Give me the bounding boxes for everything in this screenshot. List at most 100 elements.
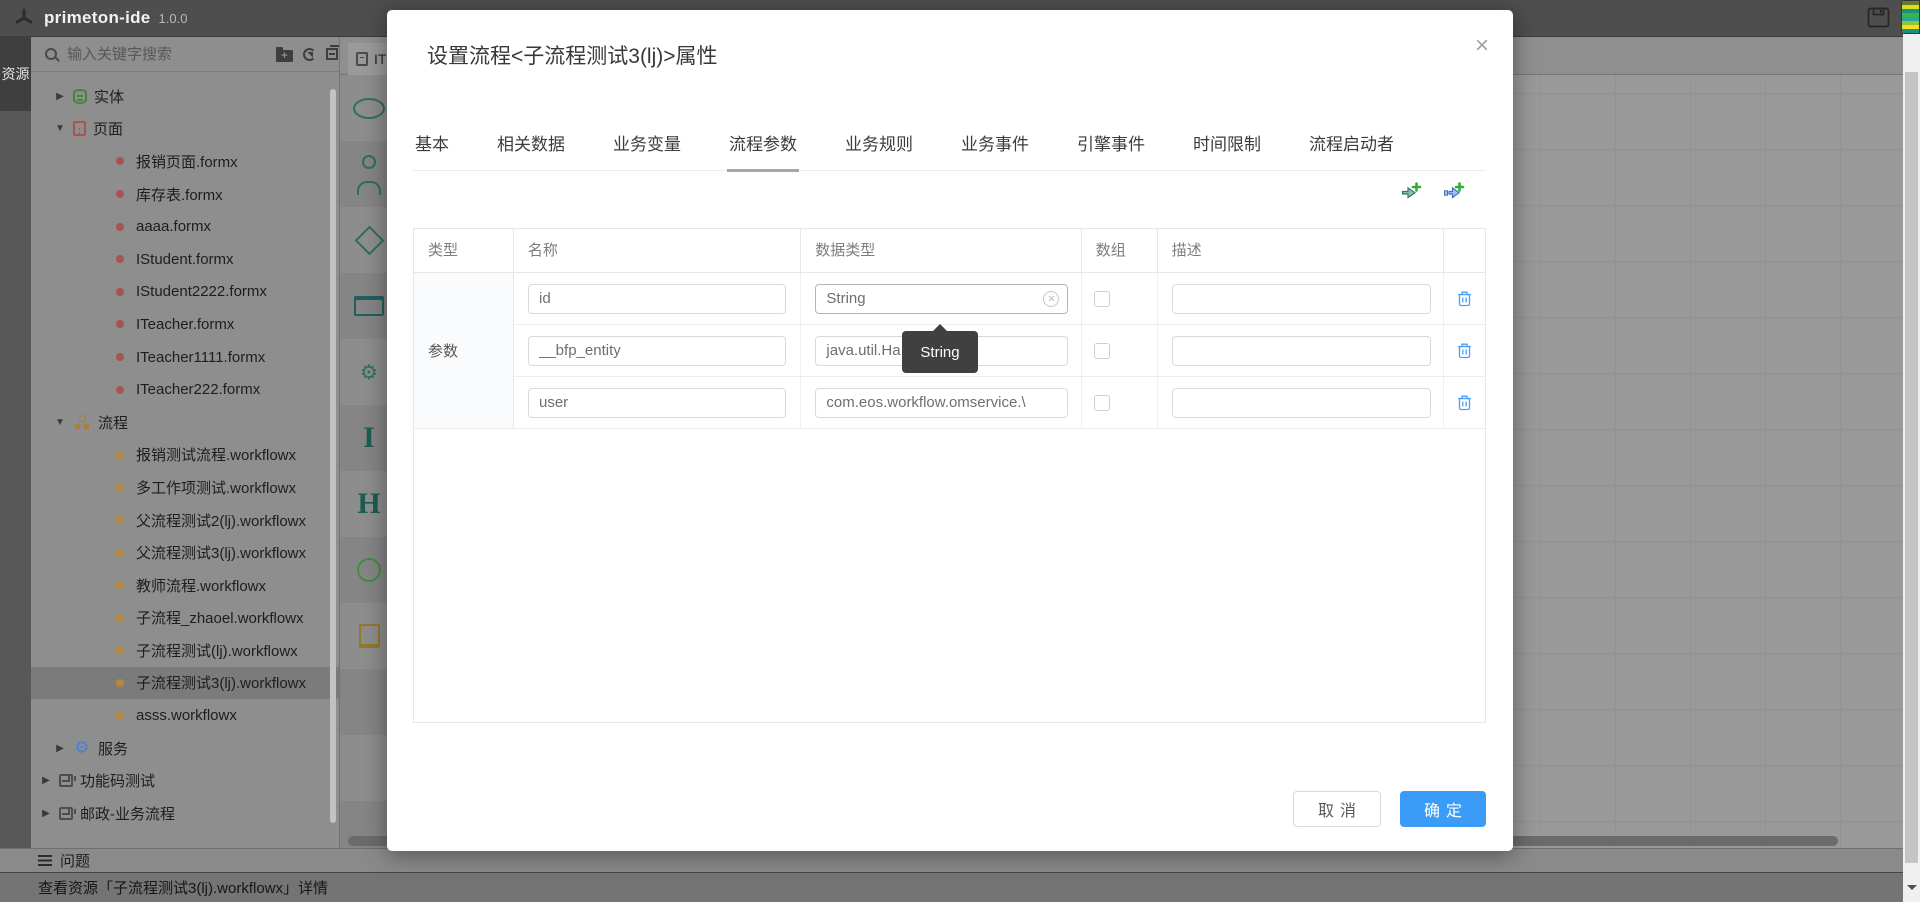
sidebar-scrollbar-thumb[interactable]: [330, 89, 336, 823]
tree-item[interactable]: 父流程测试3(lj).workflowx: [31, 536, 339, 569]
tree-item[interactable]: 子流程测试3(lj).workflowx: [31, 667, 339, 700]
array-checkbox[interactable]: [1094, 395, 1110, 411]
problems-panel-header[interactable]: 问题: [0, 848, 1920, 872]
parameter-group-cell: 参数: [414, 273, 514, 429]
tree-expand-arrow[interactable]: ▶: [53, 91, 67, 102]
refresh-icon[interactable]: [303, 48, 316, 61]
param-name-input[interactable]: [528, 336, 786, 366]
param-datatype-input[interactable]: [815, 388, 1068, 418]
dialog-tab[interactable]: 流程启动者: [1307, 124, 1396, 172]
tree-item[interactable]: ▶ ⚙ 服务: [31, 732, 339, 765]
tree-item[interactable]: ITeacher222.formx: [31, 373, 339, 406]
tree-expand-arrow[interactable]: ▶: [39, 808, 53, 819]
browser-scrollbar[interactable]: [1903, 0, 1920, 902]
tree-item[interactable]: ▶ 邮政-业务流程: [31, 797, 339, 830]
tree-item[interactable]: 多工作项测试.workflowx: [31, 471, 339, 504]
tree-item-icon: [111, 348, 129, 366]
tree-item[interactable]: IStudent.formx: [31, 243, 339, 276]
app-logo-icon: [14, 8, 34, 28]
add-parameter-icon[interactable]: [1400, 182, 1422, 204]
resources-rail-tab[interactable]: 资源: [0, 37, 31, 111]
param-description-input[interactable]: [1172, 336, 1431, 366]
tree-item-label: 子流程测试(lj).workflowx: [136, 640, 298, 661]
new-folder-icon[interactable]: [276, 50, 293, 62]
param-name-cell: [514, 325, 801, 376]
tree-item-icon: [111, 283, 129, 301]
tree-item-icon: [111, 511, 129, 529]
save-icon[interactable]: [1867, 7, 1890, 28]
tree-item[interactable]: 报销页面.formx: [31, 145, 339, 178]
tree-item[interactable]: asss.workflowx: [31, 699, 339, 732]
param-name-input[interactable]: [528, 284, 786, 314]
array-checkbox[interactable]: [1094, 343, 1110, 359]
confirm-button[interactable]: 确定: [1400, 791, 1486, 827]
tree-item-icon: [111, 576, 129, 594]
dialog-tab[interactable]: 业务规则: [843, 124, 915, 172]
tree-expand-arrow[interactable]: ▼: [53, 123, 67, 134]
tree-item[interactable]: ▼ 流程: [31, 406, 339, 439]
tree-item[interactable]: ITeacher.formx: [31, 308, 339, 341]
param-actions-cell: [1444, 273, 1485, 324]
dialog-tab[interactable]: 基本: [413, 124, 451, 172]
browser-scrollbar-thumb[interactable]: [1905, 72, 1918, 863]
param-datatype-input[interactable]: [815, 284, 1068, 314]
datatype-tooltip: String: [902, 331, 978, 373]
dialog-tab[interactable]: 时间限制: [1191, 124, 1263, 172]
column-header-array: 数组: [1082, 229, 1158, 272]
scrollbar-down-arrow[interactable]: [1907, 885, 1917, 895]
tree-item-label: 多工作项测试.workflowx: [136, 477, 296, 498]
tree-item[interactable]: ▶ 功能码测试: [31, 764, 339, 797]
tree-item[interactable]: ITeacher1111.formx: [31, 341, 339, 374]
tree-item[interactable]: 子流程测试(lj).workflowx: [31, 634, 339, 667]
tree-item-icon: ⚙: [73, 739, 91, 757]
tree-item[interactable]: IStudent2222.formx: [31, 276, 339, 309]
search-input[interactable]: [67, 46, 266, 63]
dialog-tab[interactable]: 业务事件: [959, 124, 1031, 172]
param-description-input[interactable]: [1172, 388, 1431, 418]
tree-item[interactable]: 库存表.formx: [31, 178, 339, 211]
tree-item-label: ITeacher.formx: [136, 316, 234, 333]
close-icon[interactable]: ×: [1475, 34, 1489, 58]
tree-expand-arrow[interactable]: ▶: [39, 775, 53, 786]
add-reference-parameter-icon[interactable]: [1443, 182, 1465, 204]
app-title: primeton-ide: [44, 8, 151, 28]
column-header-actions: [1444, 229, 1485, 272]
tree-item[interactable]: 子流程_zhaoel.workflowx: [31, 602, 339, 635]
tree-item-label: asss.workflowx: [136, 707, 237, 724]
dialog-tab[interactable]: 相关数据: [495, 124, 567, 172]
tree-item[interactable]: 教师流程.workflowx: [31, 569, 339, 602]
delete-row-icon[interactable]: [1457, 290, 1472, 307]
dialog-tab[interactable]: 流程参数: [727, 124, 799, 172]
palette-item-glyph: H: [357, 487, 380, 521]
tree-item[interactable]: ▼ 页面: [31, 113, 339, 146]
tree-item-icon: [59, 774, 73, 787]
delete-row-icon[interactable]: [1457, 394, 1472, 411]
tree-item-icon: [111, 381, 129, 399]
tree-item[interactable]: ▶ 实体: [31, 80, 339, 113]
dialog-tab[interactable]: 业务变量: [611, 124, 683, 172]
clear-value-icon[interactable]: [1043, 291, 1059, 307]
problems-list-icon: [38, 855, 52, 866]
array-checkbox[interactable]: [1094, 291, 1110, 307]
tree-item-label: 库存表.formx: [136, 184, 223, 205]
tree-item[interactable]: aaaa.formx: [31, 210, 339, 243]
tree-expand-arrow[interactable]: ▼: [53, 417, 67, 428]
tree-item-icon: [59, 807, 73, 820]
delete-row-icon[interactable]: [1457, 342, 1472, 359]
parameter-row: [514, 325, 1485, 377]
param-description-input[interactable]: [1172, 284, 1431, 314]
cancel-button[interactable]: 取消: [1293, 791, 1381, 827]
param-array-cell: [1082, 377, 1158, 428]
dialog-tab[interactable]: 引擎事件: [1075, 124, 1147, 172]
problems-label: 问题: [60, 850, 90, 871]
tree-item[interactable]: 父流程测试2(lj).workflowx: [31, 504, 339, 537]
tree-item-label: 子流程_zhaoel.workflowx: [136, 607, 304, 628]
tree-item-label: 邮政-业务流程: [80, 803, 175, 824]
tree-item-icon: [111, 250, 129, 268]
param-name-input[interactable]: [528, 388, 786, 418]
tree-expand-arrow[interactable]: ▶: [53, 743, 67, 754]
tree-item-label: 服务: [98, 738, 128, 759]
tree-item[interactable]: 报销测试流程.workflowx: [31, 439, 339, 472]
tree-item-icon: [111, 315, 129, 333]
collapse-all-icon[interactable]: [326, 48, 338, 60]
